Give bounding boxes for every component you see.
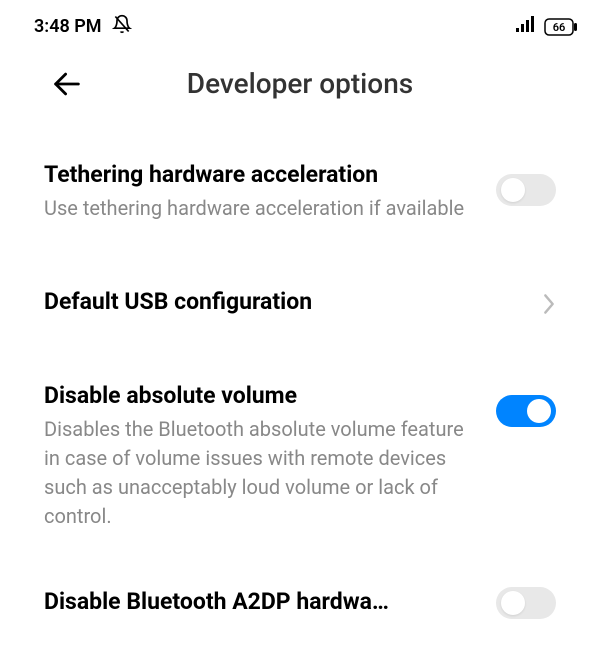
status-right: 66 — [516, 16, 578, 37]
setting-title: Disable absolute volume — [44, 381, 476, 411]
toggle-tethering[interactable] — [496, 174, 556, 206]
back-button[interactable] — [50, 67, 84, 101]
setting-subtitle: Use tethering hardware acceleration if a… — [44, 194, 476, 223]
status-bar: 3:48 PM 66 — [0, 0, 600, 49]
setting-content: Disable absolute volume Disables the Blu… — [44, 381, 496, 531]
svg-text:66: 66 — [553, 21, 566, 34]
setting-content: Tethering hardware acceleration Use teth… — [44, 160, 496, 223]
signal-icon — [516, 16, 536, 37]
battery-icon: 66 — [544, 18, 578, 36]
header: Developer options — [0, 49, 600, 128]
status-left: 3:48 PM — [34, 14, 132, 39]
toggle-knob — [501, 178, 525, 202]
setting-title: Disable Bluetooth A2DP hardwa… — [44, 587, 454, 617]
dnd-off-icon — [112, 14, 132, 39]
setting-subtitle: Disables the Bluetooth absolute volume f… — [44, 415, 476, 531]
setting-disable-a2dp[interactable]: Disable Bluetooth A2DP hardwa… — [44, 563, 556, 643]
toggle-absolute-volume[interactable] — [496, 395, 556, 427]
page-title: Developer options — [44, 67, 556, 100]
setting-title: Default USB configuration — [44, 287, 522, 317]
setting-tethering-acceleration[interactable]: Tethering hardware acceleration Use teth… — [44, 128, 556, 255]
setting-title: Tethering hardware acceleration — [44, 160, 476, 190]
status-time: 3:48 PM — [34, 16, 102, 37]
toggle-a2dp[interactable] — [496, 587, 556, 619]
settings-list: Tethering hardware acceleration Use teth… — [0, 128, 600, 643]
chevron-right-icon — [542, 293, 556, 315]
toggle-knob — [527, 399, 551, 423]
setting-disable-absolute-volume[interactable]: Disable absolute volume Disables the Blu… — [44, 349, 556, 563]
setting-default-usb[interactable]: Default USB configuration — [44, 255, 556, 349]
toggle-knob — [501, 591, 525, 615]
setting-content: Default USB configuration — [44, 287, 542, 317]
setting-content: Disable Bluetooth A2DP hardwa… — [44, 587, 496, 617]
